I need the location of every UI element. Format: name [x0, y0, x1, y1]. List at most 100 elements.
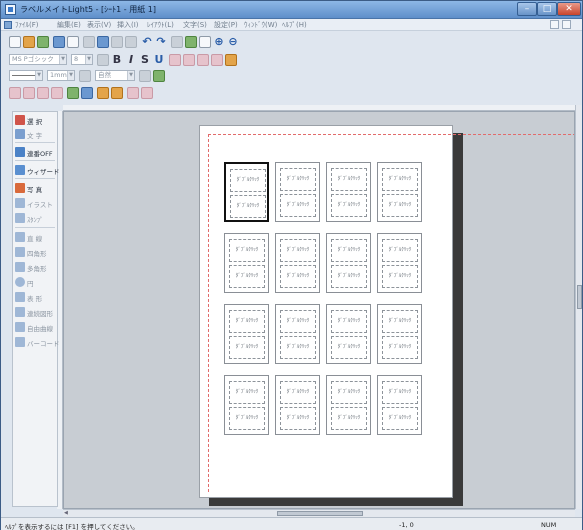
label-cell[interactable]: ﾀﾞﾌﾞﾙｸﾘｯｸ ﾀﾞﾌﾞﾙｸﾘｯｸ	[275, 375, 320, 435]
align-objects-icon[interactable]	[67, 87, 79, 99]
maximize-button[interactable]: □	[537, 2, 557, 16]
vertical-scroll-thumb[interactable]	[577, 285, 582, 309]
tool-text[interactable]: 文 字	[15, 128, 55, 140]
label-cell[interactable]: ﾀﾞﾌﾞﾙｸﾘｯｸ ﾀﾞﾌﾞﾙｸﾘｯｸ	[326, 162, 371, 222]
label-text-field[interactable]: ﾀﾞﾌﾞﾙｸﾘｯｸ	[229, 265, 265, 288]
mdi-close-icon[interactable]	[562, 20, 571, 29]
label-cell[interactable]: ﾀﾞﾌﾞﾙｸﾘｯｸ ﾀﾞﾌﾞﾙｸﾘｯｸ	[326, 375, 371, 435]
grid-icon[interactable]	[171, 36, 183, 48]
label-text-field[interactable]: ﾀﾞﾌﾞﾙｸﾘｯｸ	[229, 310, 265, 333]
group-icon[interactable]	[37, 87, 49, 99]
menu-help[interactable]: ﾍﾙﾌﾟ(H)	[282, 20, 307, 30]
menu-insert[interactable]: 挿入(I)	[117, 20, 139, 30]
menu-edit[interactable]: 編集(E)	[57, 20, 81, 30]
tool-circle[interactable]: 円	[15, 276, 55, 288]
tool-polyline[interactable]: 連続図形	[15, 306, 55, 318]
label-cell[interactable]: ﾀﾞﾌﾞﾙｸﾘｯｸ ﾀﾞﾌﾞﾙｸﾘｯｸ	[275, 233, 320, 293]
label-text-field[interactable]: ﾀﾞﾌﾞﾙｸﾘｯｸ	[382, 168, 418, 191]
align-center-icon[interactable]	[183, 54, 195, 66]
undo-icon[interactable]: ↶	[141, 36, 153, 48]
label-text-field[interactable]: ﾀﾞﾌﾞﾙｸﾘｯｸ	[280, 265, 316, 288]
label-text-field[interactable]: ﾀﾞﾌﾞﾙｸﾘｯｸ	[382, 407, 418, 430]
label-text-field[interactable]: ﾀﾞﾌﾞﾙｸﾘｯｸ	[230, 169, 266, 192]
label-cell[interactable]: ﾀﾞﾌﾞﾙｸﾘｯｸ ﾀﾞﾌﾞﾙｸﾘｯｸ	[275, 304, 320, 364]
underline-button[interactable]: U	[153, 54, 165, 66]
app-icon[interactable]	[5, 4, 16, 15]
label-text-field[interactable]: ﾀﾞﾌﾞﾙｸﾘｯｸ	[229, 381, 265, 404]
label-cell[interactable]: ﾀﾞﾌﾞﾙｸﾘｯｸ ﾀﾞﾌﾞﾙｸﾘｯｸ	[377, 233, 422, 293]
print-preview-icon[interactable]	[67, 36, 79, 48]
menu-file[interactable]: ﾌｧｲﾙ(F)	[15, 20, 39, 30]
template-icon[interactable]	[37, 36, 49, 48]
align-left-icon[interactable]	[169, 54, 181, 66]
minimize-button[interactable]: –	[517, 2, 537, 16]
tool-freehand[interactable]: 自由曲線	[15, 321, 55, 333]
zoom-out-icon[interactable]: ⊖	[227, 36, 239, 48]
rotate-left-icon[interactable]	[97, 87, 109, 99]
label-text-field[interactable]: ﾀﾞﾌﾞﾙｸﾘｯｸ	[382, 381, 418, 404]
tool-barcode[interactable]: バーコード	[15, 336, 60, 348]
ungroup-icon[interactable]	[51, 87, 63, 99]
scroll-left-icon[interactable]: ◀	[64, 510, 68, 516]
paste-icon[interactable]	[125, 36, 137, 48]
tool-illust[interactable]: イラスト	[15, 197, 55, 209]
mdi-restore-icon[interactable]	[550, 20, 559, 29]
font-effect-icon[interactable]	[225, 54, 237, 66]
font-size-select[interactable]: 8 ▼	[71, 54, 93, 65]
label-text-field[interactable]: ﾀﾞﾌﾞﾙｸﾘｯｸ	[382, 336, 418, 359]
tool-rectangle[interactable]: 四角形	[15, 246, 55, 258]
menu-text[interactable]: 文字(S)	[183, 20, 207, 30]
menu-window[interactable]: ｳｨﾝﾄﾞｳ(W)	[244, 20, 277, 30]
label-text-field[interactable]: ﾀﾞﾌﾞﾙｸﾘｯｸ	[331, 168, 367, 191]
label-cell[interactable]: ﾀﾞﾌﾞﾙｸﾘｯｸ ﾀﾞﾌﾞﾙｸﾘｯｸ	[326, 304, 371, 364]
label-text-field[interactable]: ﾀﾞﾌﾞﾙｸﾘｯｸ	[280, 239, 316, 262]
label-text-field[interactable]: ﾀﾞﾌﾞﾙｸﾘｯｸ	[229, 239, 265, 262]
fill-icon[interactable]	[139, 70, 151, 82]
label-text-field[interactable]: ﾀﾞﾌﾞﾙｸﾘｯｸ	[382, 310, 418, 333]
label-text-field[interactable]: ﾀﾞﾌﾞﾙｸﾘｯｸ	[280, 310, 316, 333]
menu-view[interactable]: 表示(V)	[87, 20, 111, 30]
tool-wizard[interactable]: ウィザード	[15, 164, 60, 176]
label-text-field[interactable]: ﾀﾞﾌﾞﾙｸﾘｯｸ	[229, 407, 265, 430]
title-bar[interactable]: ラベルメイトLight5 - [ｼｰﾄ1 - 用紙 1] – □ ✕	[1, 1, 582, 19]
label-text-field[interactable]: ﾀﾞﾌﾞﾙｸﾘｯｸ	[331, 265, 367, 288]
label-text-field[interactable]: ﾀﾞﾌﾞﾙｸﾘｯｸ	[229, 336, 265, 359]
zoom-in-icon[interactable]: ⊕	[213, 36, 225, 48]
close-button[interactable]: ✕	[557, 2, 581, 16]
layout-grid-icon[interactable]	[185, 36, 197, 48]
label-text-field[interactable]: ﾀﾞﾌﾞﾙｸﾘｯｸ	[230, 195, 266, 218]
label-text-field[interactable]: ﾀﾞﾌﾞﾙｸﾘｯｸ	[280, 336, 316, 359]
tool-photo[interactable]: 写 真	[15, 182, 55, 194]
check-icon[interactable]	[83, 36, 95, 48]
text-color-icon[interactable]	[97, 54, 109, 66]
tool-select[interactable]: 選 択	[15, 114, 55, 126]
design-canvas[interactable]: ﾀﾞﾌﾞﾙｸﾘｯｸ ﾀﾞﾌﾞﾙｸﾘｯｸ ﾀﾞﾌﾞﾙｸﾘｯｸ ﾀﾞﾌﾞﾙｸﾘｯｸ ﾀﾞﾌﾞ…	[63, 111, 575, 509]
menu-layout[interactable]: ﾚｲｱｳﾄ(L)	[147, 20, 174, 30]
label-text-field[interactable]: ﾀﾞﾌﾞﾙｸﾘｯｸ	[280, 168, 316, 191]
tool-polygon[interactable]: 多角形	[15, 261, 55, 273]
label-text-field[interactable]: ﾀﾞﾌﾞﾙｸﾘｯｸ	[331, 381, 367, 404]
color-select[interactable]: 自然 ▼	[95, 70, 135, 81]
label-cell[interactable]: ﾀﾞﾌﾞﾙｸﾘｯｸ ﾀﾞﾌﾞﾙｸﾘｯｸ	[224, 162, 269, 222]
label-cell[interactable]: ﾀﾞﾌﾞﾙｸﾘｯｸ ﾀﾞﾌﾞﾙｸﾘｯｸ	[377, 162, 422, 222]
horizontal-scrollbar[interactable]: ◀	[63, 509, 575, 517]
label-cell[interactable]: ﾀﾞﾌﾞﾙｸﾘｯｸ ﾀﾞﾌﾞﾙｸﾘｯｸ	[224, 233, 269, 293]
label-cell[interactable]: ﾀﾞﾌﾞﾙｸﾘｯｸ ﾀﾞﾌﾞﾙｸﾘｯｸ	[224, 375, 269, 435]
label-text-field[interactable]: ﾀﾞﾌﾞﾙｸﾘｯｸ	[382, 239, 418, 262]
print-icon[interactable]	[53, 36, 65, 48]
label-cell[interactable]: ﾀﾞﾌﾞﾙｸﾘｯｸ ﾀﾞﾌﾞﾙｸﾘｯｸ	[377, 375, 422, 435]
bring-front-icon[interactable]	[9, 87, 21, 99]
horizontal-scroll-thumb[interactable]	[277, 511, 363, 516]
pen-icon[interactable]	[79, 70, 91, 82]
label-text-field[interactable]: ﾀﾞﾌﾞﾙｸﾘｯｸ	[382, 194, 418, 217]
label-text-field[interactable]: ﾀﾞﾌﾞﾙｸﾘｯｸ	[382, 265, 418, 288]
copy-icon[interactable]	[111, 36, 123, 48]
line-style-select[interactable]: ▼	[9, 70, 43, 81]
label-text-field[interactable]: ﾀﾞﾌﾞﾙｸﾘｯｸ	[280, 381, 316, 404]
strike-button[interactable]: S	[139, 54, 151, 66]
label-cell[interactable]: ﾀﾞﾌﾞﾙｸﾘｯｸ ﾀﾞﾌﾞﾙｸﾘｯｸ	[377, 304, 422, 364]
label-text-field[interactable]: ﾀﾞﾌﾞﾙｸﾘｯｸ	[280, 194, 316, 217]
label-text-field[interactable]: ﾀﾞﾌﾞﾙｸﾘｯｸ	[280, 407, 316, 430]
vertical-text-icon[interactable]	[211, 54, 223, 66]
tool-numbering[interactable]: 連番OFF	[15, 146, 55, 158]
